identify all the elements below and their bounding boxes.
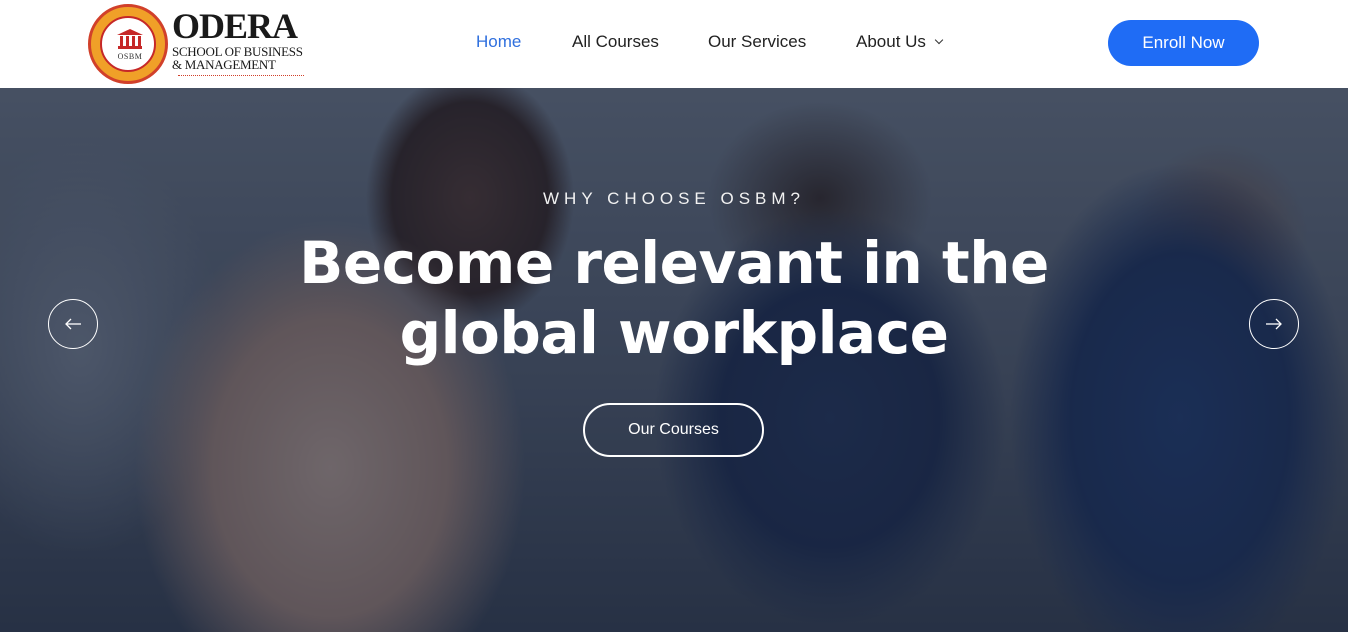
slider-prev-button[interactable] — [48, 299, 98, 349]
nav-item-about-us-label: About Us — [856, 32, 926, 51]
slider-next-button[interactable] — [1249, 299, 1299, 349]
hero-slider: WHY CHOOSE OSBM? Become relevant in the … — [0, 88, 1348, 632]
hero-eyebrow: WHY CHOOSE OSBM? — [543, 189, 805, 208]
logo-subtitle-line2: & MANAGEMENT — [172, 57, 276, 72]
our-courses-button[interactable]: Our Courses — [583, 403, 764, 457]
logo-seal-abbr: OSBM — [117, 52, 143, 61]
nav-item-home[interactable]: Home — [476, 32, 521, 52]
logo-seal-inner: OSBM — [100, 16, 156, 72]
chevron-down-icon — [934, 35, 944, 45]
hero-headline-line1: Become relevant in the — [299, 229, 1049, 297]
enroll-now-button[interactable]: Enroll Now — [1108, 20, 1259, 66]
logo-seal: OSBM — [88, 4, 168, 84]
temple-icon — [117, 29, 143, 49]
nav-item-about-us[interactable]: About Us — [856, 32, 944, 52]
logo-tagline-decoration — [178, 75, 304, 79]
hero-headline: Become relevant in the global workplace — [0, 228, 1348, 368]
logo[interactable]: OSBM ODERA SCHOOL OF BUSINESS & MANAGEME… — [88, 4, 308, 84]
logo-name: ODERA — [172, 6, 298, 46]
nav-item-all-courses[interactable]: All Courses — [572, 32, 659, 52]
site-header: OSBM ODERA SCHOOL OF BUSINESS & MANAGEME… — [0, 0, 1348, 88]
arrow-left-icon — [65, 318, 81, 330]
hero-headline-line2: global workplace — [399, 299, 949, 367]
arrow-right-icon — [1266, 318, 1282, 330]
nav-item-our-services[interactable]: Our Services — [708, 32, 806, 52]
